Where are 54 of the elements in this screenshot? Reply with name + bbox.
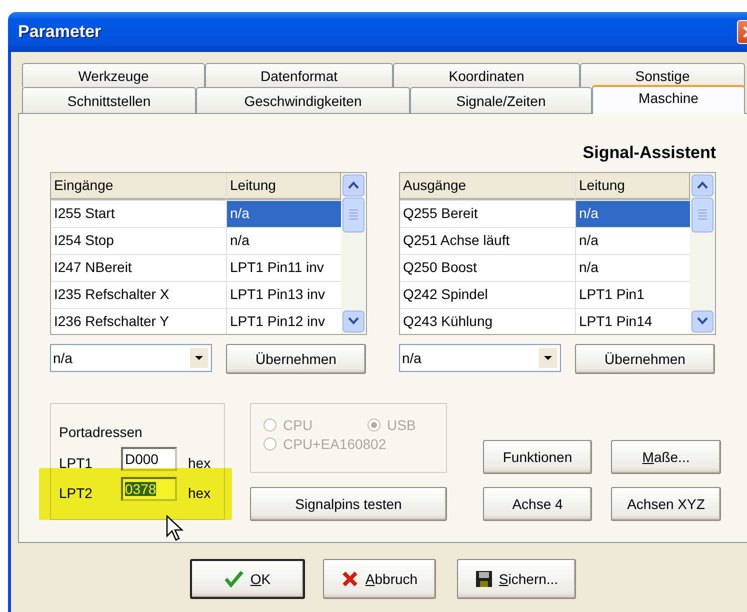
table-cell: I254 Stop — [51, 228, 227, 254]
table-cell: Q243 Kühlung — [400, 309, 576, 334]
table-cell[interactable]: n/a — [576, 201, 690, 227]
port-label: LPT2 — [59, 484, 94, 501]
column-header[interactable]: Eingänge — [51, 173, 227, 200]
tab[interactable]: Maschine — [592, 85, 745, 114]
tab[interactable]: Schnittstellen — [22, 87, 196, 113]
checkmark-icon — [224, 570, 244, 588]
section-title: Signal-Assistent — [582, 143, 716, 163]
action-button[interactable]: Maße... — [611, 440, 721, 474]
window-title: Parameter — [18, 22, 102, 42]
dialog-button[interactable]: Abbruch — [323, 559, 436, 599]
dropdown[interactable]: n/a — [50, 344, 212, 372]
tab[interactable]: Datenformat — [205, 63, 393, 87]
port-label: LPT1 — [59, 454, 94, 471]
unit-label: hex — [188, 484, 211, 501]
table-cell: Q250 Boost — [400, 255, 576, 281]
tab[interactable]: Koordinaten — [393, 63, 580, 87]
tab[interactable]: Werkzeuge — [22, 63, 205, 87]
test-button[interactable]: Signalpins testen — [250, 487, 447, 521]
table-cell[interactable]: n/a — [227, 228, 341, 254]
table-cell[interactable]: LPT1 Pin14 — [576, 309, 690, 334]
table-cell[interactable]: LPT1 Pin11 inv — [227, 255, 341, 281]
scrollbar[interactable] — [341, 173, 366, 334]
column-header[interactable]: Ausgänge — [400, 173, 576, 200]
table-cell: I235 Refschalter X — [51, 282, 227, 308]
table-cell: I236 Refschalter Y — [51, 309, 227, 334]
table-cell: Q251 Achse läuft — [400, 228, 576, 254]
column-header[interactable]: Leitung — [227, 173, 341, 200]
dropdown[interactable]: n/a — [399, 344, 561, 372]
tab[interactable]: Sonstige — [580, 63, 745, 87]
action-button[interactable]: Achse 4 — [483, 487, 592, 521]
column-header[interactable]: Leitung — [576, 173, 690, 200]
mouse-cursor-icon — [166, 515, 186, 543]
table-cell: Q242 Spindel — [400, 282, 576, 308]
dialog-button[interactable]: OK — [190, 559, 305, 599]
table-cell[interactable]: LPT1 Pin1 — [576, 282, 690, 308]
action-button[interactable]: Achsen XYZ — [611, 487, 721, 521]
group-label: Portadressen — [59, 424, 144, 440]
action-button[interactable]: Funktionen — [483, 440, 592, 474]
apply-button[interactable]: Übernehmen — [226, 344, 366, 374]
dialog-button[interactable]: Sichern... — [457, 559, 576, 599]
unit-label: hex — [188, 454, 211, 471]
table-cell[interactable]: LPT1 Pin12 inv — [227, 309, 341, 334]
table-cell[interactable]: n/a — [576, 228, 690, 254]
tab[interactable]: Signale/Zeiten — [410, 87, 592, 113]
table-cell[interactable]: LPT1 Pin13 inv — [227, 282, 341, 308]
scrollbar[interactable] — [690, 173, 715, 334]
table-cell[interactable]: n/a — [576, 255, 690, 281]
tab[interactable]: Geschwindigkeiten — [196, 87, 410, 113]
apply-button[interactable]: Übernehmen — [575, 344, 715, 374]
table-cell: I247 NBereit — [51, 255, 227, 281]
close-icon — [341, 570, 360, 588]
table-cell[interactable]: n/a — [227, 201, 341, 227]
